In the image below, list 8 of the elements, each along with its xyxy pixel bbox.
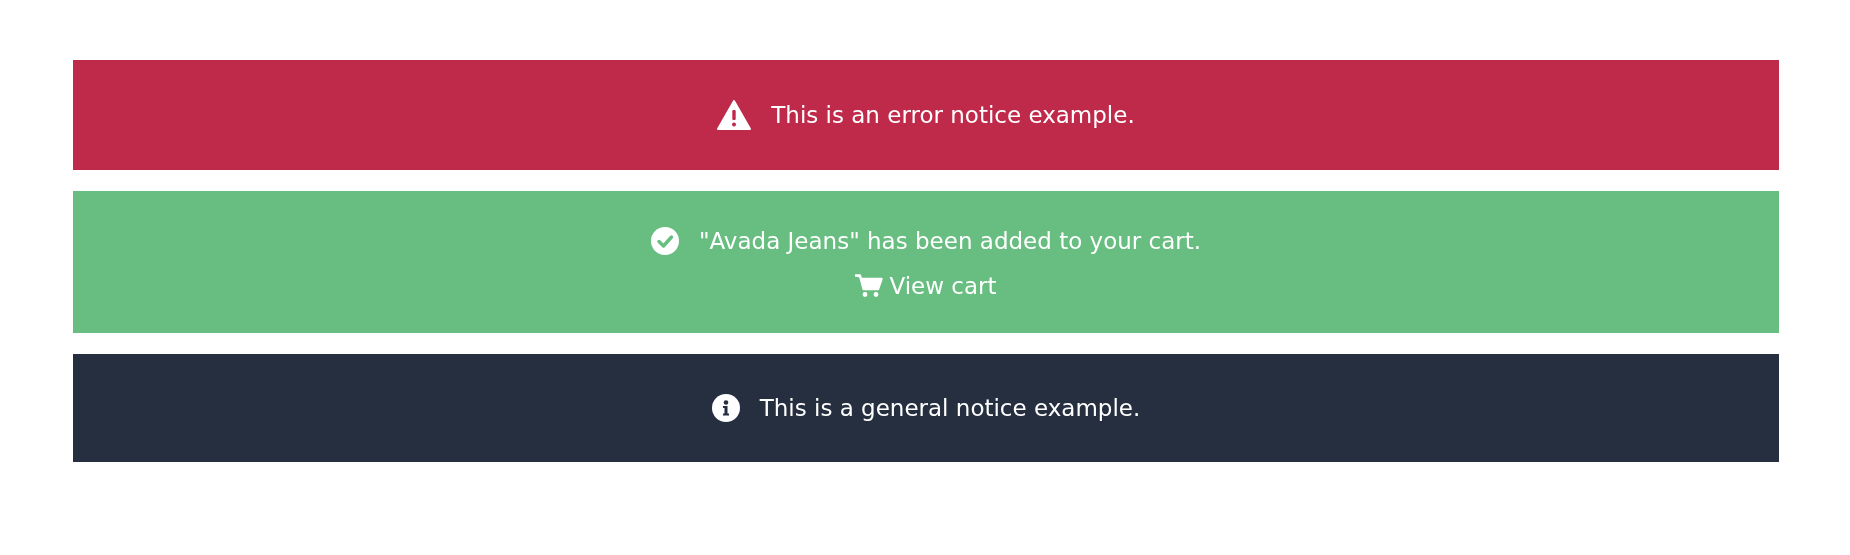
check-circle-icon (650, 227, 679, 255)
notice-message: "Avada Jeans" has been added to your cart. (698, 228, 1202, 254)
notice-message: This is an error notice example. (771, 102, 1135, 128)
info-icon (711, 394, 740, 422)
notice-message: This is a general notice example. (759, 395, 1141, 421)
warning-icon (717, 100, 752, 130)
cart-icon (855, 274, 884, 298)
view-cart-link[interactable]: View cart (855, 273, 997, 299)
